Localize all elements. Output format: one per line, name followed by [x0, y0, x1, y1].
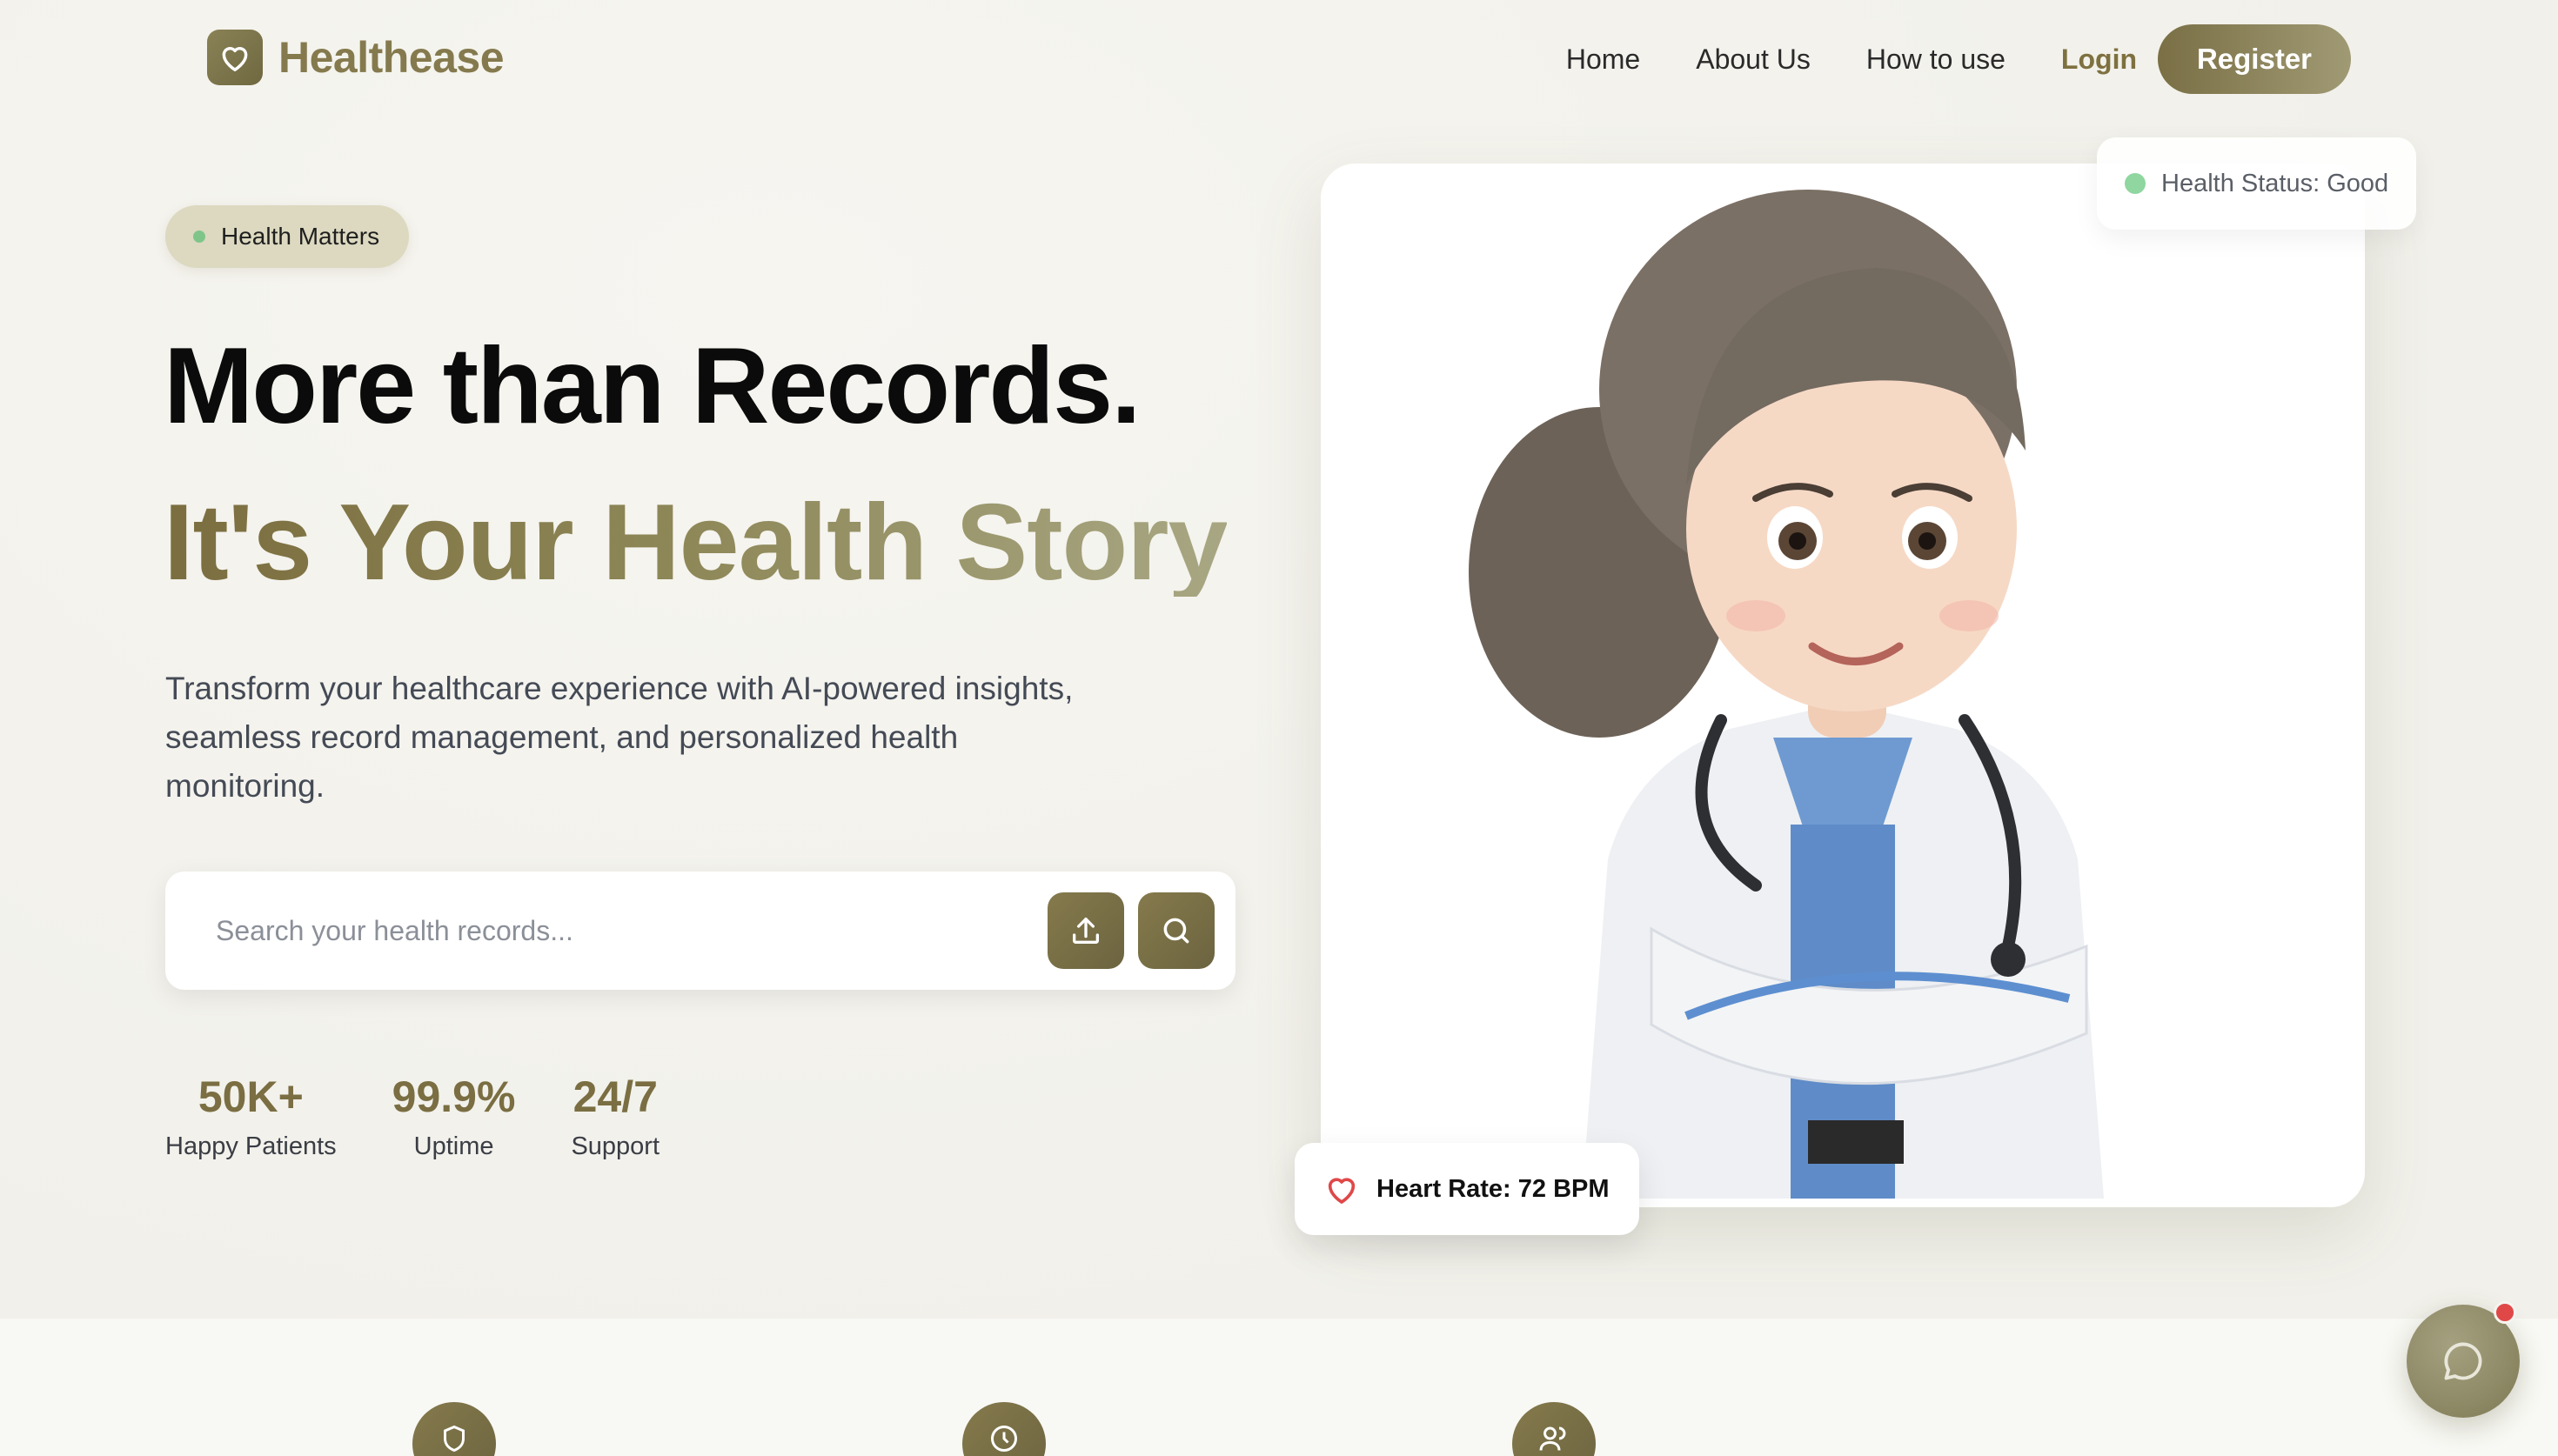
- notification-dot: [2494, 1301, 2516, 1324]
- stat-uptime: 99.9% Uptime: [392, 1075, 516, 1161]
- health-matters-badge: Health Matters: [165, 205, 410, 268]
- hero-title: More than Records.: [164, 326, 1142, 446]
- hero-subtitle: It's Your Health Story: [164, 483, 1228, 603]
- register-button[interactable]: Register: [2158, 24, 2351, 94]
- health-status-text: Health Status: Good: [2161, 169, 2389, 197]
- stat-label: Happy Patients: [165, 1132, 337, 1160]
- main-nav: Home About Us How to use Login Register: [1510, 24, 2351, 94]
- chat-icon: [2444, 1342, 2482, 1380]
- stats-row: 50K+ Happy Patients 99.9% Uptime 24/7 Su…: [165, 1075, 660, 1161]
- nav-how-to-use[interactable]: How to use: [1866, 43, 2006, 76]
- stat-patients: 50K+ Happy Patients: [165, 1075, 337, 1161]
- search-bar: Search your health records...: [165, 872, 1235, 990]
- heart-logo-icon: [207, 30, 263, 85]
- heart-icon: [1328, 1178, 1356, 1204]
- stat-value: 50K+: [198, 1072, 304, 1121]
- upload-button[interactable]: [1048, 892, 1124, 969]
- stat-value: 99.9%: [392, 1072, 516, 1121]
- stat-support: 24/7 Support: [571, 1075, 660, 1161]
- badge-dot: [193, 230, 205, 243]
- search-button[interactable]: [1138, 892, 1215, 969]
- doctor-illustration-card: [1321, 164, 2365, 1207]
- brand-logo[interactable]: Healthease: [207, 30, 505, 85]
- search-icon: [1163, 918, 1189, 944]
- heart-rate-badge: Heart Rate: 72 BPM: [1295, 1143, 1639, 1235]
- hero-description: Transform your healthcare experience wit…: [165, 671, 1074, 804]
- stat-value: 24/7: [573, 1072, 658, 1121]
- features-section: [0, 1319, 2558, 1456]
- stat-label: Support: [571, 1132, 660, 1160]
- health-status-badge: Health Status: Good: [2097, 137, 2417, 230]
- doctor-illustration: [1469, 190, 2104, 1199]
- search-input[interactable]: Search your health records...: [216, 915, 1034, 947]
- landing-page: Healthease Home About Us How to use Logi…: [0, 0, 2558, 1456]
- nav-about-us[interactable]: About Us: [1696, 43, 1811, 76]
- badge-label: Health Matters: [221, 223, 380, 250]
- stat-label: Uptime: [413, 1132, 494, 1160]
- upload-icon: [1073, 918, 1099, 944]
- status-dot: [2125, 173, 2146, 194]
- brand-name: Healthease: [278, 33, 505, 82]
- login-link[interactable]: Login: [2061, 43, 2137, 76]
- heart-rate-text: Heart Rate: 72 BPM: [1376, 1174, 1610, 1203]
- nav-home[interactable]: Home: [1566, 43, 1640, 76]
